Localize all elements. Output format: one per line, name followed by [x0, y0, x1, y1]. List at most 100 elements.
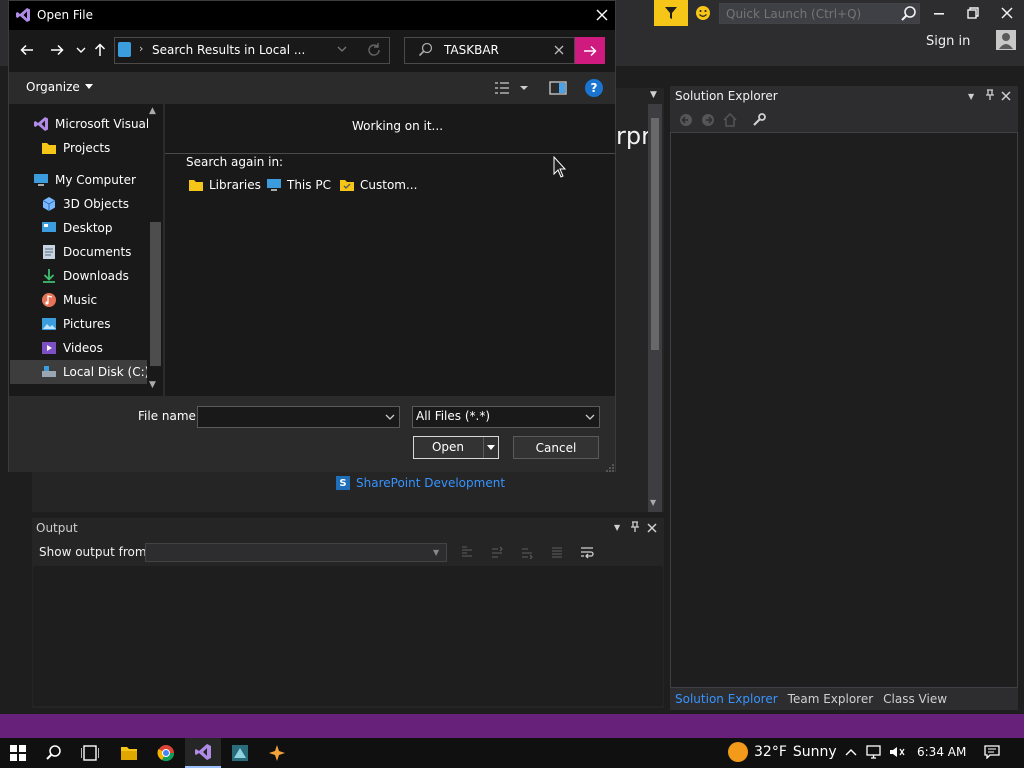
- output-source-select[interactable]: [145, 543, 447, 562]
- chrome-button[interactable]: [148, 738, 184, 768]
- taskbar-search-button[interactable]: [36, 738, 72, 768]
- recent-locations-icon[interactable]: [71, 40, 91, 60]
- chevron-down-icon[interactable]: [384, 411, 396, 423]
- tab-dropdown-icon[interactable]: ▼: [650, 90, 657, 100]
- action-center-icon[interactable]: [982, 742, 1002, 762]
- find-message-icon[interactable]: [460, 545, 474, 559]
- search-query[interactable]: TASKBAR: [444, 43, 499, 57]
- avatar[interactable]: [996, 30, 1016, 50]
- close-panel-icon[interactable]: [1001, 90, 1011, 104]
- app-button-2[interactable]: [259, 738, 295, 768]
- sharepoint-label: SharePoint Development: [356, 476, 506, 490]
- forward-arrow-icon[interactable]: [47, 40, 67, 60]
- tree-item-desktop[interactable]: Desktop: [41, 216, 148, 240]
- file-explorer-button[interactable]: [111, 738, 147, 768]
- search-go-button[interactable]: [575, 37, 605, 64]
- help-icon[interactable]: ?: [585, 79, 603, 97]
- file-list-pane[interactable]: [165, 104, 615, 396]
- scroll-up-icon[interactable]: ▲: [149, 106, 156, 116]
- feedback-smiley-icon[interactable]: [692, 2, 714, 24]
- breadcrumb-separator[interactable]: ›: [139, 42, 143, 55]
- scrollbar-thumb[interactable]: [651, 118, 659, 350]
- tree-item-my-computer[interactable]: My Computer: [33, 168, 148, 192]
- word-wrap-icon[interactable]: [580, 545, 596, 559]
- resize-grip-icon[interactable]: [604, 461, 614, 472]
- prev-message-icon[interactable]: [490, 545, 504, 559]
- windows-icon: [10, 745, 26, 761]
- videos-icon: [41, 340, 57, 356]
- next-message-icon[interactable]: [520, 545, 534, 559]
- back-arrow-icon[interactable]: [17, 40, 37, 60]
- tree-item-videos[interactable]: Videos: [41, 336, 148, 360]
- app-button[interactable]: [222, 738, 258, 768]
- change-view-button[interactable]: [494, 80, 530, 96]
- solution-explorer-tree[interactable]: [670, 132, 1018, 688]
- tree-item-projects[interactable]: Projects: [41, 136, 148, 160]
- visual-studio-button[interactable]: [185, 738, 221, 768]
- chevron-down-icon: [487, 444, 495, 450]
- quick-launch-input[interactable]: [719, 3, 920, 24]
- organize-menu[interactable]: Organize: [26, 80, 93, 94]
- weather-desc: Sunny: [792, 744, 837, 760]
- clock[interactable]: 6:34 AM: [917, 745, 966, 759]
- dialog-title-bar[interactable]: [9, 1, 615, 30]
- chevron-down-icon[interactable]: [336, 43, 348, 55]
- panel-menu-icon[interactable]: ▼: [968, 92, 974, 101]
- back-icon[interactable]: [679, 113, 693, 130]
- tree-item-local-disk[interactable]: Local Disk (C:): [10, 360, 147, 384]
- tree-item-visual-studio[interactable]: Microsoft Visual S: [33, 112, 148, 136]
- computer-icon: [267, 179, 281, 191]
- up-arrow-icon[interactable]: [90, 40, 110, 60]
- tree-item-pictures[interactable]: Pictures: [41, 312, 148, 336]
- scroll-down-icon[interactable]: ▼: [650, 498, 656, 507]
- task-view-button[interactable]: [72, 738, 108, 768]
- navigation-pane[interactable]: Microsoft Visual S Projects My Computer …: [9, 104, 163, 396]
- tab-team-explorer[interactable]: Team Explorer: [783, 692, 879, 706]
- search-again-custom[interactable]: Custom...: [339, 178, 417, 192]
- cancel-button[interactable]: Cancel: [513, 436, 599, 459]
- start-button[interactable]: [0, 738, 36, 768]
- tree-item-documents[interactable]: Documents: [41, 240, 148, 264]
- search-again-libraries[interactable]: Libraries: [188, 178, 261, 192]
- visual-studio-icon: [15, 7, 31, 26]
- file-name-input[interactable]: [197, 406, 400, 428]
- search-icon[interactable]: [900, 5, 918, 23]
- tree-item-3d-objects[interactable]: 3D Objects: [41, 192, 148, 216]
- tree-item-music[interactable]: Music: [41, 288, 148, 312]
- open-button-label[interactable]: Open: [420, 440, 476, 454]
- volume-icon[interactable]: [887, 742, 907, 762]
- sign-in-link[interactable]: Sign in: [926, 34, 970, 49]
- chevron-up-icon[interactable]: [841, 742, 861, 762]
- restore-icon[interactable]: [958, 2, 988, 24]
- close-icon[interactable]: [592, 5, 612, 25]
- pin-icon[interactable]: [985, 89, 995, 104]
- sharepoint-link[interactable]: S SharePoint Development: [336, 476, 505, 490]
- scroll-down-icon[interactable]: ▼: [149, 380, 156, 390]
- notification-flag-icon[interactable]: [654, 0, 688, 26]
- output-menu-icon[interactable]: ▼: [614, 523, 620, 532]
- open-options-dropdown[interactable]: [483, 437, 498, 458]
- breadcrumb[interactable]: Search Results in Local ...: [152, 43, 305, 57]
- chevron-down-icon: ▼: [433, 548, 440, 557]
- output-pin-icon[interactable]: [630, 521, 640, 536]
- tab-class-view[interactable]: Class View: [878, 692, 952, 706]
- clear-search-icon[interactable]: [552, 43, 566, 57]
- minimize-icon[interactable]: [924, 2, 954, 24]
- search-again-this-pc[interactable]: This PC: [266, 178, 331, 192]
- clear-all-icon[interactable]: [550, 545, 564, 559]
- sparkle-icon: [269, 745, 285, 761]
- refresh-icon[interactable]: [366, 42, 382, 58]
- wrench-icon[interactable]: [752, 113, 766, 130]
- tree-item-downloads[interactable]: Downloads: [41, 264, 148, 288]
- output-close-icon[interactable]: [647, 522, 657, 536]
- tab-solution-explorer[interactable]: Solution Explorer: [670, 692, 783, 706]
- home-icon[interactable]: [723, 112, 737, 130]
- network-icon[interactable]: [864, 742, 884, 762]
- close-icon[interactable]: [992, 2, 1022, 24]
- output-text-area[interactable]: [33, 566, 663, 706]
- drive-icon: [41, 364, 57, 380]
- nav-scrollbar-thumb[interactable]: [150, 222, 161, 366]
- forward-icon[interactable]: [701, 113, 715, 130]
- weather-widget[interactable]: 32°F Sunny: [728, 742, 837, 762]
- preview-pane-icon[interactable]: [549, 80, 567, 96]
